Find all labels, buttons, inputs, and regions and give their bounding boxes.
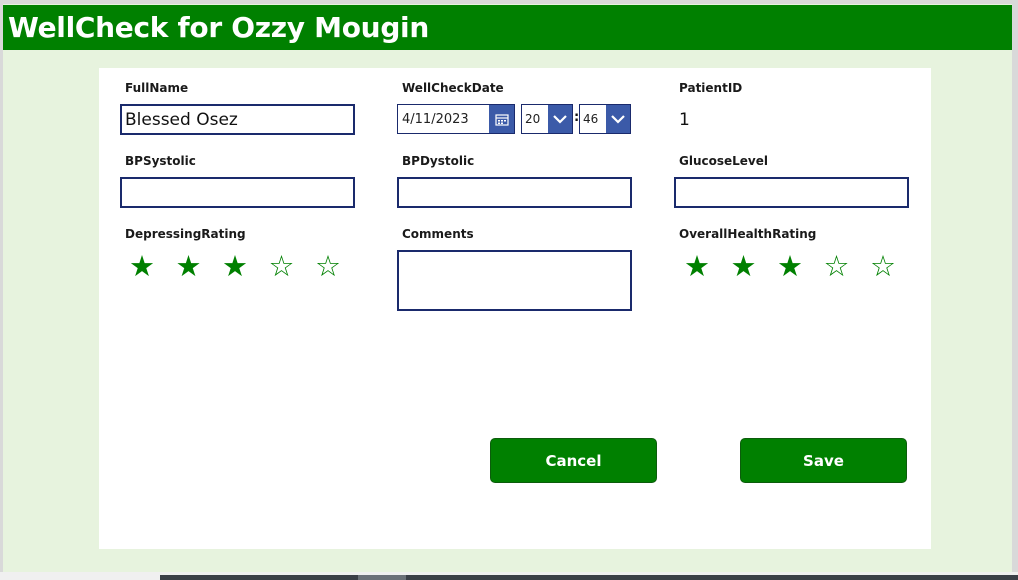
star-filled-icon[interactable]: ★ [222,252,269,281]
app-header: WellCheck for Ozzy Mougin [3,5,1012,50]
cancel-button[interactable]: Cancel [490,438,657,483]
calendar-icon[interactable] [489,105,514,133]
date-picker[interactable]: 4/11/2023 [397,104,515,134]
star-outline-icon[interactable]: ☆ [269,252,316,281]
fullname-label: FullName [125,81,189,95]
glucoselevel-label: GlucoseLevel [679,154,769,168]
taskbar [160,575,1018,580]
patientid-value: 1 [679,110,690,130]
window-left-edge [0,0,3,580]
star-filled-icon[interactable]: ★ [129,252,176,281]
wellcheckdate-label: WellCheckDate [402,81,504,95]
bpdystolic-input[interactable] [397,177,632,208]
bpsystolic-label: BPSystolic [125,154,196,168]
save-button[interactable]: Save [740,438,907,483]
chevron-down-icon[interactable] [606,105,630,133]
star-filled-icon[interactable]: ★ [777,252,824,281]
depressingrating-stars[interactable]: ★ ★ ★ ☆ ☆ [129,252,362,281]
date-value: 4/11/2023 [402,111,469,127]
overallhealthrating-label: OverallHealthRating [679,227,817,241]
star-outline-icon[interactable]: ☆ [824,252,871,281]
form-card: FullName Blessed Osez WellCheckDate 4/11… [99,68,931,549]
star-filled-icon[interactable]: ★ [684,252,731,281]
hour-dropdown[interactable]: 20 [521,104,573,134]
patientid-label: PatientID [679,81,743,95]
overallhealthrating-stars[interactable]: ★ ★ ★ ☆ ☆ [684,252,917,281]
taskbar-item[interactable] [358,575,406,580]
window-right-edge [1012,0,1018,580]
depressingrating-label: DepressingRating [125,227,246,241]
hour-value: 20 [525,112,541,126]
page-title: WellCheck for Ozzy Mougin [8,11,429,44]
chevron-down-icon[interactable] [548,105,572,133]
glucoselevel-input[interactable] [674,177,909,208]
comments-input[interactable] [397,250,632,311]
minute-dropdown[interactable]: 46 [579,104,631,134]
window-top-edge [0,0,1018,4]
bpdystolic-label: BPDystolic [402,154,475,168]
star-filled-icon[interactable]: ★ [176,252,223,281]
fullname-value: Blessed Osez [125,109,238,130]
star-outline-icon[interactable]: ☆ [315,252,362,281]
fullname-input[interactable]: Blessed Osez [120,104,355,135]
star-filled-icon[interactable]: ★ [731,252,778,281]
star-outline-icon[interactable]: ☆ [870,252,917,281]
minute-value: 46 [583,112,599,126]
comments-label: Comments [402,227,474,241]
bpsystolic-input[interactable] [120,177,355,208]
